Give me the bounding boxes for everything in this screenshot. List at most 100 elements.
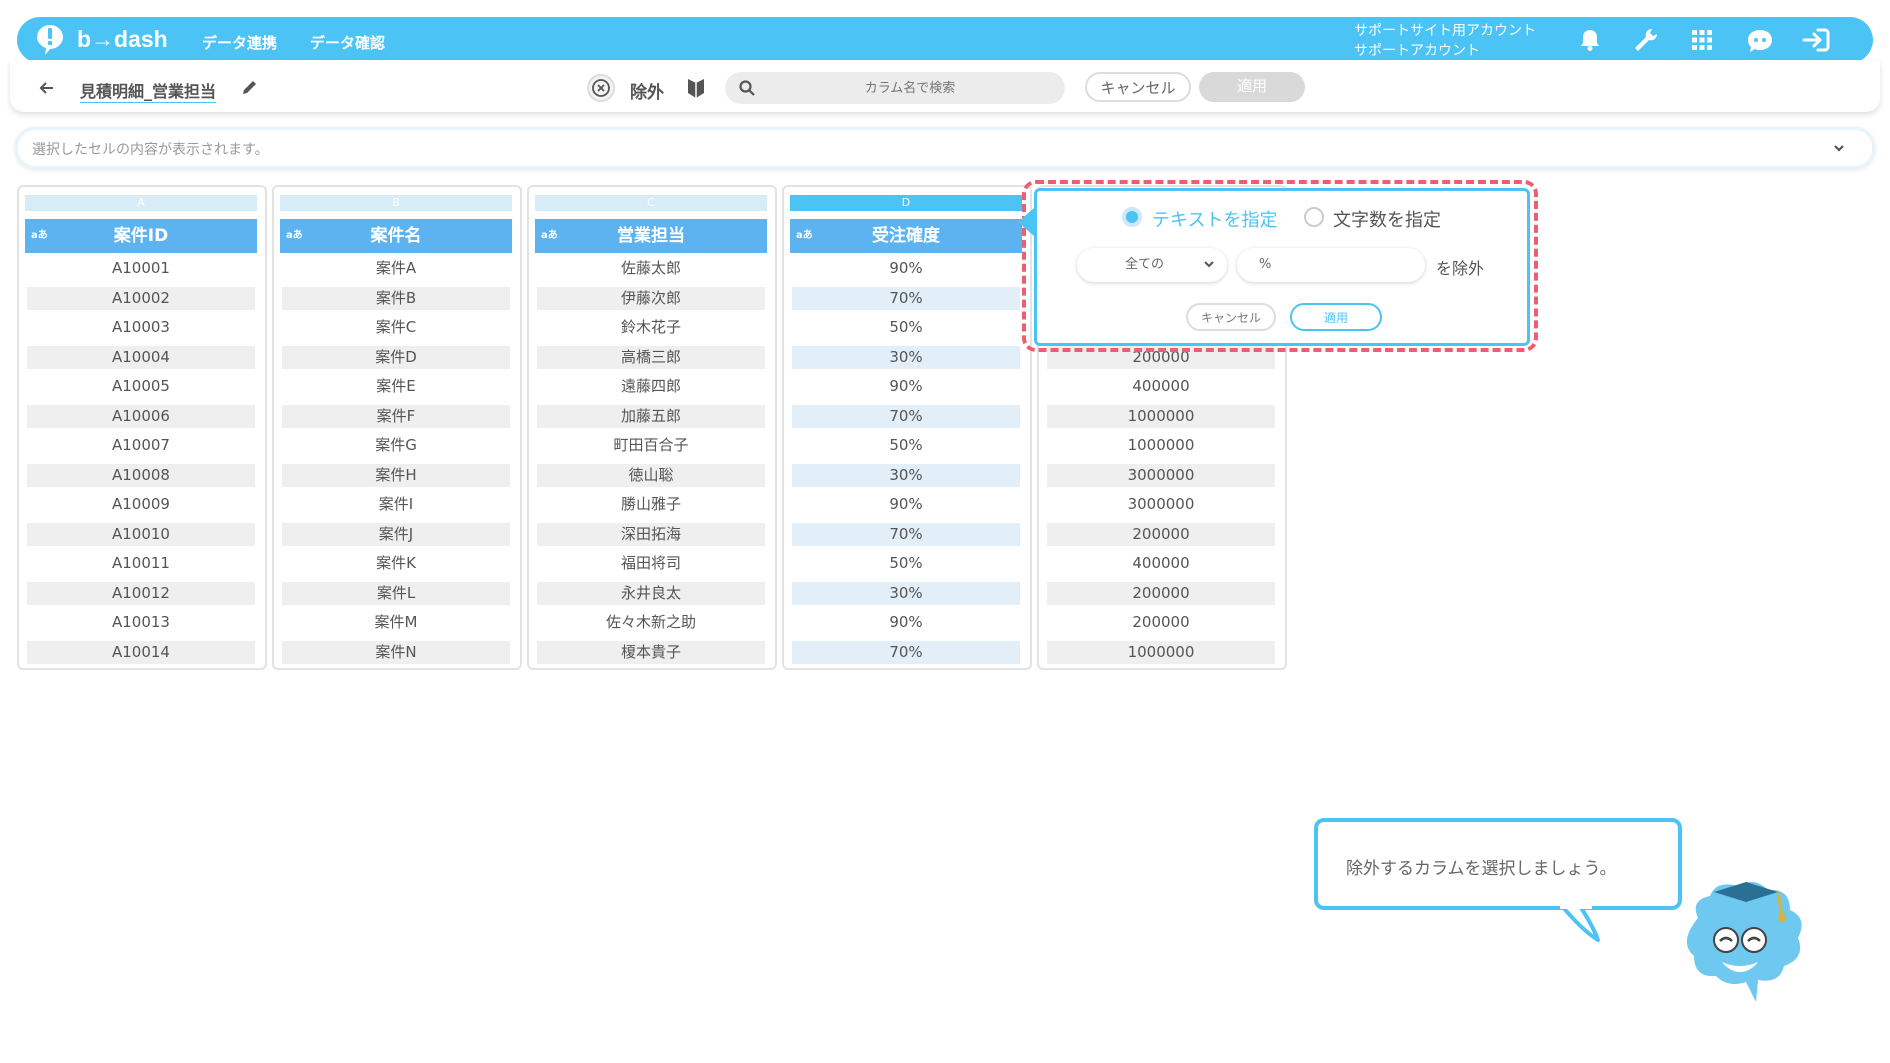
table-cell[interactable]: 30% [792, 346, 1020, 369]
table-cell[interactable]: 案件N [282, 641, 510, 664]
table-cell[interactable]: 伊藤次郎 [537, 287, 765, 310]
table-cell[interactable]: 佐々木新之助 [537, 611, 765, 634]
account-info[interactable]: サポートサイト用アカウント サポートアカウント [1354, 21, 1536, 61]
table-cell[interactable]: A10009 [27, 493, 255, 516]
table-cell[interactable]: 70% [792, 641, 1020, 664]
table-cell[interactable]: 3000000 [1047, 493, 1275, 516]
match-type-select[interactable]: 全ての [1077, 248, 1227, 282]
cell-content-bar[interactable] [15, 127, 1875, 169]
table-cell[interactable]: 200000 [1047, 611, 1275, 634]
radio-text-specify[interactable] [1122, 207, 1142, 227]
popup-apply-button[interactable]: 適用 [1290, 303, 1382, 331]
assistant-icon[interactable] [1744, 26, 1776, 54]
table-cell[interactable]: 福田将司 [537, 552, 765, 575]
table-cell[interactable]: A10010 [27, 523, 255, 546]
exclude-text-input[interactable]: % [1237, 248, 1425, 282]
table-cell[interactable]: 佐藤太郎 [537, 257, 765, 280]
grid-icon[interactable] [1688, 26, 1716, 54]
table-cell[interactable]: 町田百合子 [537, 434, 765, 457]
logout-icon[interactable] [1800, 26, 1832, 54]
table-cell[interactable]: A10001 [27, 257, 255, 280]
table-cell[interactable]: A10011 [27, 552, 255, 575]
table-cell[interactable]: 高橋三郎 [537, 346, 765, 369]
bell-icon[interactable] [1576, 26, 1604, 54]
table-cell[interactable]: 3000000 [1047, 464, 1275, 487]
table-cell[interactable]: 深田拓海 [537, 523, 765, 546]
column-search-input[interactable] [760, 76, 1060, 100]
table-cell[interactable]: 50% [792, 552, 1020, 575]
table-cell[interactable]: 遠藤四郎 [537, 375, 765, 398]
table-cell[interactable]: 90% [792, 611, 1020, 634]
table-cell[interactable]: 案件C [282, 316, 510, 339]
table-cell[interactable]: 徳山聡 [537, 464, 765, 487]
column-header[interactable]: aあ 受注確度 [790, 219, 1022, 253]
column-d[interactable]: D aあ 受注確度 90% 70% 50% 30% 90% 70% 50% 30… [782, 185, 1032, 670]
brand-logo[interactable]: b→dash [33, 23, 168, 57]
table-cell[interactable]: 200000 [1047, 582, 1275, 605]
radio-length-specify[interactable] [1304, 207, 1324, 227]
beginner-mark-icon[interactable] [686, 77, 706, 99]
column-c[interactable]: C aあ 営業担当 佐藤太郎 伊藤次郎 鈴木花子 高橋三郎 遠藤四郎 加藤五郎 … [527, 185, 777, 670]
column-header[interactable]: aあ 案件名 [280, 219, 512, 253]
table-cell[interactable]: A10014 [27, 641, 255, 664]
table-cell[interactable]: 案件I [282, 493, 510, 516]
table-cell[interactable]: 榎本貴子 [537, 641, 765, 664]
table-cell[interactable]: A10004 [27, 346, 255, 369]
column-header[interactable]: aあ 案件ID [25, 219, 257, 253]
table-cell[interactable]: A10007 [27, 434, 255, 457]
table-cell[interactable]: 30% [792, 582, 1020, 605]
column-b[interactable]: B aあ 案件名 案件A 案件B 案件C 案件D 案件E 案件F 案件G 案件H… [272, 185, 522, 670]
table-cell[interactable]: 50% [792, 434, 1020, 457]
table-cell[interactable]: 永井良太 [537, 582, 765, 605]
table-cell[interactable]: 400000 [1047, 375, 1275, 398]
table-cell[interactable]: 70% [792, 405, 1020, 428]
table-cell[interactable]: 案件G [282, 434, 510, 457]
table-cell[interactable]: A10006 [27, 405, 255, 428]
chevron-down-icon[interactable] [1830, 139, 1848, 157]
table-cell[interactable]: 400000 [1047, 552, 1275, 575]
table-cell[interactable]: A10008 [27, 464, 255, 487]
radio-text-specify-label[interactable]: テキストを指定 [1152, 206, 1277, 232]
table-cell[interactable]: 案件K [282, 552, 510, 575]
table-cell[interactable]: 勝山雅子 [537, 493, 765, 516]
table-cell[interactable]: 案件L [282, 582, 510, 605]
table-cell[interactable]: 案件H [282, 464, 510, 487]
table-cell[interactable]: A10013 [27, 611, 255, 634]
pencil-icon[interactable] [240, 77, 260, 97]
column-header[interactable]: aあ 営業担当 [535, 219, 767, 253]
table-cell[interactable]: 70% [792, 523, 1020, 546]
table-cell[interactable]: 案件B [282, 287, 510, 310]
table-cell[interactable]: A10012 [27, 582, 255, 605]
table-cell[interactable]: 1000000 [1047, 405, 1275, 428]
table-cell[interactable]: 案件D [282, 346, 510, 369]
nav-data-integration[interactable]: データ連携 [202, 32, 277, 53]
table-cell[interactable]: 鈴木花子 [537, 316, 765, 339]
wrench-icon[interactable] [1632, 26, 1660, 54]
table-cell[interactable]: 案件F [282, 405, 510, 428]
exclude-mode-icon[interactable] [587, 74, 615, 102]
table-cell[interactable]: 1000000 [1047, 434, 1275, 457]
table-cell[interactable]: 1000000 [1047, 641, 1275, 664]
column-a[interactable]: A aあ 案件ID A10001 A10002 A10003 A10004 A1… [17, 185, 267, 670]
table-cell[interactable]: A10005 [27, 375, 255, 398]
table-cell[interactable]: 案件M [282, 611, 510, 634]
radio-length-specify-label[interactable]: 文字数を指定 [1333, 206, 1441, 232]
table-cell[interactable]: A10002 [27, 287, 255, 310]
table-cell[interactable]: 案件E [282, 375, 510, 398]
popup-cancel-button[interactable]: キャンセル [1186, 303, 1276, 331]
table-cell[interactable]: 案件A [282, 257, 510, 280]
table-cell[interactable]: 70% [792, 287, 1020, 310]
table-cell[interactable]: 50% [792, 316, 1020, 339]
table-cell[interactable]: 90% [792, 257, 1020, 280]
table-cell[interactable]: 加藤五郎 [537, 405, 765, 428]
table-cell[interactable]: A10003 [27, 316, 255, 339]
table-cell[interactable]: 30% [792, 464, 1020, 487]
back-arrow-icon[interactable] [37, 78, 57, 98]
table-cell[interactable]: 90% [792, 493, 1020, 516]
table-cell[interactable]: 200000 [1047, 523, 1275, 546]
table-cell[interactable]: 案件J [282, 523, 510, 546]
table-cell[interactable]: 90% [792, 375, 1020, 398]
toolbar-cancel-button[interactable]: キャンセル [1085, 72, 1191, 102]
nav-data-check[interactable]: データ確認 [310, 32, 385, 53]
toolbar-apply-button[interactable]: 適用 [1199, 72, 1305, 102]
